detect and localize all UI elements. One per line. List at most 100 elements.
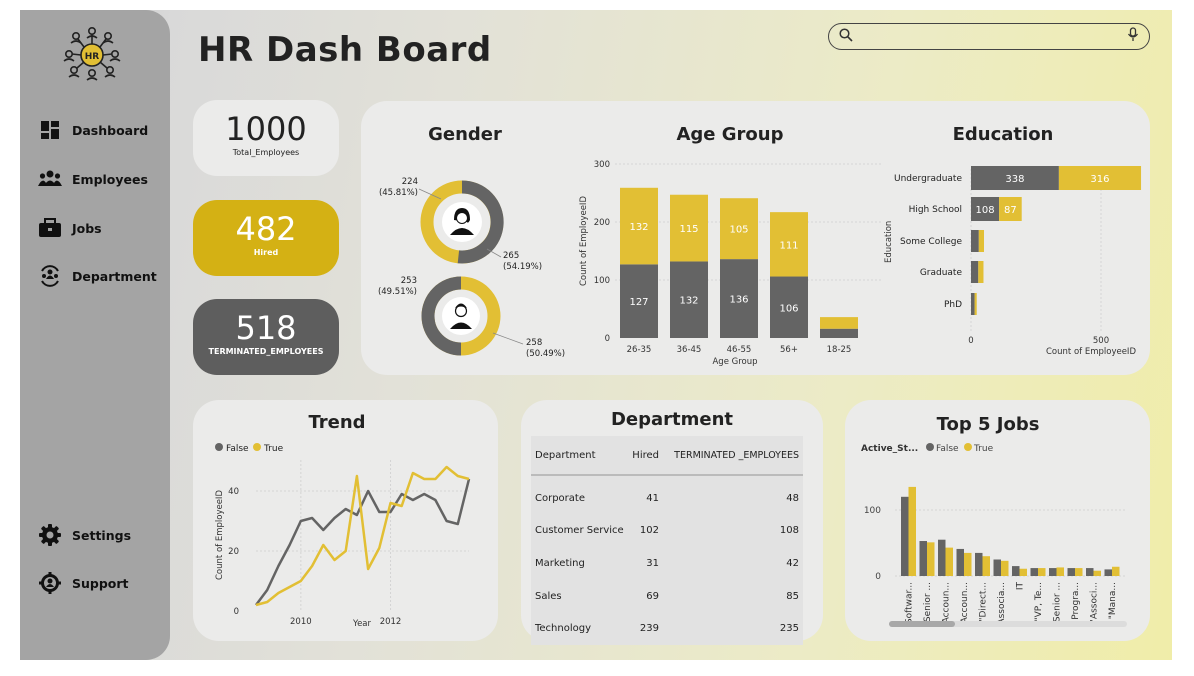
x-tick-label: 46-55	[727, 345, 752, 355]
table-row[interactable]: Sales 69 85	[531, 580, 803, 613]
page-title: HR Dash Board	[198, 30, 492, 70]
demographics-card: Gender 224 (45.81%) 265 (54.19%) 253 (49…	[361, 101, 1150, 375]
search-bar[interactable]	[828, 23, 1150, 50]
sidebar-item-label: Settings	[72, 527, 132, 543]
cell-hired: 41	[646, 492, 659, 504]
bar-true	[1093, 570, 1101, 576]
leader-line	[492, 332, 524, 345]
age-group-chart: 0 100 200 300 127 132 26-35 132 115 36-45 136 105 46…	[594, 160, 881, 355]
table-body: Corporate 41 48 Customer Service 102 108…	[531, 476, 803, 645]
x-tick-label: Accoun...	[960, 582, 970, 623]
legend-label-false: False	[226, 444, 249, 454]
legend-dot-false	[215, 443, 223, 451]
kpi-value: 518	[235, 309, 297, 347]
y-tick-label: 100	[594, 276, 610, 286]
gender-male-left-pct: (49.51%)	[378, 287, 417, 297]
table-header: Department Hired TERMINATED _EMPLOYEES	[531, 436, 803, 476]
bar-false	[1086, 568, 1094, 576]
legend-label-true: True	[973, 444, 994, 454]
education-title: Education	[953, 124, 1054, 145]
column-header-department[interactable]: Department	[531, 450, 623, 461]
gender-female-left-value: 224	[402, 177, 418, 187]
search-icon[interactable]	[839, 27, 853, 46]
cell-terminated: 108	[779, 525, 799, 537]
table-row[interactable]: Customer Service 102 108	[531, 515, 803, 548]
sidebar: HR Dashboard Employees Jobs Department S…	[20, 10, 170, 660]
bar-true	[1001, 560, 1009, 576]
department-title: Department	[610, 409, 734, 430]
department-card: Department Department Hired TERMINATED _…	[521, 400, 823, 645]
bar-false	[901, 496, 909, 576]
y-tick-label: 20	[228, 547, 239, 557]
x-tick-label: 18-25	[827, 345, 852, 355]
cell-hired: 69	[646, 590, 659, 602]
bar-true	[927, 542, 935, 576]
y-tick-label: PhD	[944, 300, 962, 310]
sidebar-item-label: Support	[72, 575, 129, 591]
data-label: 338	[1005, 174, 1024, 185]
cell-department: Corporate	[535, 492, 585, 504]
education-chart: 0 500 Undergraduate 338 316 High School 108 87 S…	[894, 166, 1142, 346]
column-header-hired[interactable]: Hired	[623, 450, 663, 461]
gender-female-left-pct: (45.81%)	[379, 188, 418, 198]
y-tick-label: 0	[605, 334, 610, 344]
microphone-icon[interactable]	[1127, 27, 1139, 46]
bar-false	[919, 541, 927, 576]
table-row[interactable]: Marketing 31 42	[531, 547, 803, 580]
kpi-label: Hired	[253, 248, 279, 257]
support-icon	[38, 571, 62, 595]
cell-terminated: 42	[786, 557, 799, 569]
gender-female-right-value: 265	[503, 251, 519, 261]
gender-male-left-value: 253	[401, 276, 417, 286]
trend-chart: 0 20 40 2010 2012	[228, 460, 471, 627]
x-tick-label: 2012	[380, 617, 402, 627]
logo-text: HR	[85, 52, 100, 62]
education-x-axis-title: Count of EmployeeID	[1046, 347, 1136, 357]
bar-false	[956, 548, 964, 576]
sidebar-item-department[interactable]: Department	[38, 264, 157, 288]
bar-true	[964, 552, 972, 576]
bar-true	[1112, 566, 1120, 576]
bar-false	[1012, 566, 1020, 576]
sidebar-item-dashboard[interactable]: Dashboard	[38, 118, 148, 142]
x-tick-label: Senior ...	[923, 582, 933, 622]
x-tick-label: "Direct...	[979, 582, 989, 622]
table-row[interactable]: Corporate 41 48	[531, 482, 803, 515]
bar-true	[978, 230, 984, 252]
y-tick-label: High School	[909, 205, 962, 215]
bar-true	[1019, 568, 1027, 576]
sidebar-item-support[interactable]: Support	[38, 571, 129, 595]
bar-true	[820, 317, 858, 329]
search-input[interactable]	[859, 29, 1121, 44]
data-label: 87	[1004, 205, 1017, 216]
dashboard-canvas: HR Dashboard Employees Jobs Department S…	[20, 10, 1172, 660]
data-label: 111	[779, 240, 798, 251]
bar-false	[1030, 568, 1038, 576]
briefcase-icon	[38, 216, 62, 240]
x-tick-label: 0	[968, 336, 973, 346]
sidebar-item-jobs[interactable]: Jobs	[38, 216, 102, 240]
top-jobs-title: Top 5 Jobs	[937, 414, 1040, 435]
table-row[interactable]: Technology 239 235	[531, 612, 803, 645]
cell-department: Sales	[535, 590, 562, 602]
education-y-axis-title: Education	[884, 221, 894, 263]
column-header-terminated[interactable]: TERMINATED _EMPLOYEES	[663, 450, 803, 461]
data-label: 115	[679, 224, 698, 235]
sidebar-item-employees[interactable]: Employees	[38, 167, 148, 191]
series-line-false	[254, 478, 471, 606]
y-tick-label: Graduate	[920, 268, 963, 278]
sidebar-item-settings[interactable]: Settings	[38, 523, 131, 547]
x-tick-label: Softwar...	[905, 582, 915, 624]
series-line-true	[255, 465, 470, 607]
cell-department: Customer Service	[535, 525, 624, 537]
data-label: 132	[679, 296, 698, 307]
gender-donut-male	[421, 276, 501, 356]
scrollbar-thumb[interactable]	[889, 621, 955, 627]
sidebar-item-label: Jobs	[72, 220, 102, 236]
bar-true	[1056, 567, 1064, 576]
data-label: 108	[975, 205, 994, 216]
age-group-title: Age Group	[676, 124, 783, 145]
x-tick-label: 26-35	[627, 345, 652, 355]
kpi-value: 482	[235, 210, 297, 248]
cell-terminated: 48	[786, 492, 799, 504]
